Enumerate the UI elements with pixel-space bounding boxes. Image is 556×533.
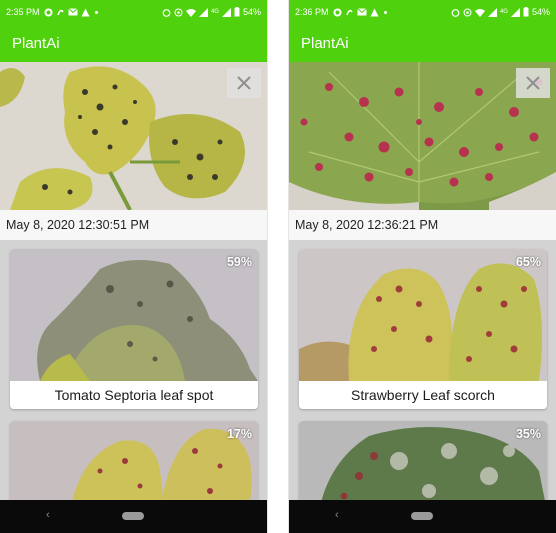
whatsapp-icon — [333, 8, 342, 17]
status-bar: 2:36 PM 4G 54% — [289, 0, 556, 24]
back-icon[interactable]: ‹ — [46, 509, 50, 521]
app-icon — [56, 8, 65, 17]
phone-screen-1: 2:35 PM 4G 54% PlantAi May 8, 2020 12:30… — [0, 0, 267, 533]
capture-timestamp: May 8, 2020 12:36:21 PM — [289, 210, 556, 240]
signal-icon-2 — [510, 7, 520, 17]
close-icon — [236, 75, 252, 91]
results-list[interactable]: 65% Strawberry Leaf scorch 35% — [289, 240, 556, 500]
close-button[interactable] — [516, 68, 550, 98]
warning-icon — [81, 8, 90, 17]
captured-leaf-image — [0, 62, 267, 210]
result-image: 65% — [299, 249, 547, 381]
warning-icon — [370, 8, 379, 17]
battery-icon — [523, 7, 529, 17]
app-title: PlantAi — [301, 34, 349, 52]
more-notifications-icon — [94, 10, 98, 14]
more-notifications-icon — [383, 10, 387, 14]
wifi-icon — [185, 8, 196, 17]
phone-screen-2: 2:36 PM 4G 54% PlantAi May 8, 2020 12:36… — [289, 0, 556, 533]
confidence-percent: 35% — [515, 427, 541, 441]
status-bar: 2:35 PM 4G 54% — [0, 0, 267, 24]
signal-icon-2 — [221, 7, 231, 17]
navigation-bar: ‹ — [289, 500, 556, 533]
alarm-icon — [162, 8, 171, 17]
hotspot-icon — [174, 8, 183, 17]
battery-icon — [234, 7, 240, 17]
result-card[interactable]: 59% Tomato Septoria leaf spot — [10, 249, 258, 409]
home-button[interactable] — [411, 512, 433, 520]
confidence-percent: 59% — [226, 255, 252, 269]
result-card[interactable]: 17% — [10, 421, 258, 500]
result-image: 35% — [299, 421, 547, 500]
disease-label: Strawberry Leaf scorch — [299, 381, 547, 409]
result-image: 59% — [10, 249, 258, 381]
status-time: 2:36 PM — [295, 7, 329, 17]
alarm-icon — [451, 8, 460, 17]
confidence-percent: 17% — [226, 427, 252, 441]
disease-label: Tomato Septoria leaf spot — [10, 381, 258, 409]
result-card[interactable]: 65% Strawberry Leaf scorch — [299, 249, 547, 409]
network-type: 4G — [210, 9, 219, 15]
gmail-icon — [356, 8, 367, 16]
confidence-percent: 65% — [515, 255, 541, 269]
captured-leaf-image — [289, 62, 556, 210]
app-icon — [345, 8, 354, 17]
battery-percent: 54% — [531, 6, 550, 17]
status-time: 2:35 PM — [6, 7, 40, 17]
capture-timestamp: May 8, 2020 12:30:51 PM — [0, 210, 267, 240]
gmail-icon — [67, 8, 78, 16]
wifi-icon — [474, 8, 485, 17]
results-list[interactable]: 59% Tomato Septoria leaf spot 17% — [0, 240, 267, 500]
signal-icon — [198, 7, 208, 17]
network-type: 4G — [499, 9, 508, 15]
app-title: PlantAi — [12, 34, 60, 52]
app-bar: PlantAi — [289, 24, 556, 62]
home-button[interactable] — [122, 512, 144, 520]
close-icon — [525, 75, 541, 91]
hotspot-icon — [463, 8, 472, 17]
whatsapp-icon — [44, 8, 53, 17]
navigation-bar: ‹ — [0, 500, 267, 533]
result-image: 17% — [10, 421, 258, 500]
back-icon[interactable]: ‹ — [335, 509, 339, 521]
result-card[interactable]: 35% — [299, 421, 547, 500]
signal-icon — [487, 7, 497, 17]
close-button[interactable] — [227, 68, 261, 98]
app-bar: PlantAi — [0, 24, 267, 62]
battery-percent: 54% — [242, 6, 261, 17]
